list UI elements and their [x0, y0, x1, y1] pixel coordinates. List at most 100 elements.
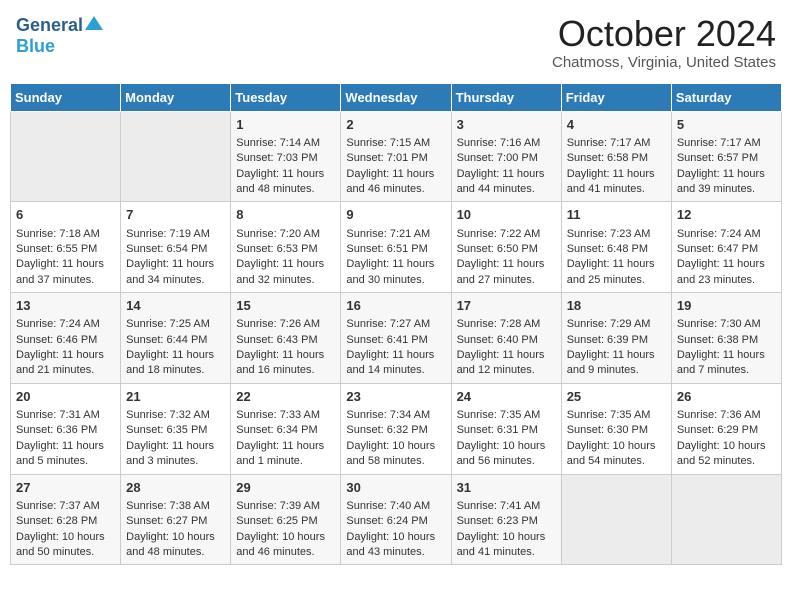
calendar-cell: 9Sunrise: 7:21 AMSunset: 6:51 PMDaylight…: [341, 202, 451, 293]
calendar-cell: 6 Sunrise: 7:18 AM Sunset: 6:55 PM Daylight…: [11, 202, 121, 293]
daylight-text: Daylight: 11 hours and 37 minutes.: [16, 258, 104, 285]
weekday-header: Wednesday: [341, 83, 451, 111]
sunrise-text: Sunrise: 7:18 AM: [16, 228, 100, 240]
sunset-text: Sunset: 6:55 PM: [16, 243, 97, 255]
daylight-text: Daylight: 10 hours and 50 minutes.: [16, 531, 105, 558]
sunrise-text: Sunrise: 7:31 AM: [16, 409, 100, 421]
daylight-text: Daylight: 11 hours and 23 minutes.: [677, 258, 765, 285]
logo-icon: [85, 14, 103, 32]
sunset-text: Sunset: 7:00 PM: [457, 152, 538, 164]
day-number: 11: [567, 206, 666, 224]
calendar-cell: 3Sunrise: 7:16 AMSunset: 7:00 PMDaylight…: [451, 111, 561, 202]
daylight-text: Daylight: 11 hours and 25 minutes.: [567, 258, 655, 285]
daylight-text: Daylight: 11 hours and 34 minutes.: [126, 258, 214, 285]
weekday-header: Sunday: [11, 83, 121, 111]
calendar-cell: 5 Sunrise: 7:17 AM Sunset: 6:57 PM Daylight…: [671, 111, 781, 202]
sunrise-text: Sunrise: 7:17 AM: [567, 137, 651, 149]
daylight-text: Daylight: 11 hours and 39 minutes.: [677, 168, 765, 195]
calendar-week-row: 20Sunrise: 7:31 AMSunset: 6:36 PMDayligh…: [11, 383, 782, 474]
sunset-text: Sunset: 6:32 PM: [346, 424, 427, 436]
sunset-text: Sunset: 6:57 PM: [677, 152, 758, 164]
sunrise-text: Sunrise: 7:35 AM: [457, 409, 541, 421]
day-number: 18: [567, 297, 666, 315]
sunrise-text: Sunrise: 7:24 AM: [16, 318, 100, 330]
daylight-text: Daylight: 10 hours and 46 minutes.: [236, 531, 325, 558]
location-title: Chatmoss, Virginia, United States: [552, 54, 776, 71]
sunset-text: Sunset: 6:29 PM: [677, 424, 758, 436]
daylight-text: Daylight: 11 hours and 5 minutes.: [16, 440, 104, 467]
daylight-text: Daylight: 10 hours and 48 minutes.: [126, 531, 215, 558]
sunset-text: Sunset: 6:27 PM: [126, 515, 207, 527]
calendar-cell: 14Sunrise: 7:25 AMSunset: 6:44 PMDayligh…: [121, 293, 231, 384]
sunrise-text: Sunrise: 7:25 AM: [126, 318, 210, 330]
daylight-text: Daylight: 11 hours and 48 minutes.: [236, 168, 324, 195]
daylight-text: Daylight: 11 hours and 41 minutes.: [567, 168, 655, 195]
calendar-cell: 10Sunrise: 7:22 AMSunset: 6:50 PMDayligh…: [451, 202, 561, 293]
daylight-text: Daylight: 11 hours and 44 minutes.: [457, 168, 545, 195]
calendar-cell: 1Sunrise: 7:14 AMSunset: 7:03 PMDaylight…: [231, 111, 341, 202]
weekday-header: Friday: [561, 83, 671, 111]
calendar-cell: 16Sunrise: 7:27 AMSunset: 6:41 PMDayligh…: [341, 293, 451, 384]
daylight-text: Daylight: 10 hours and 54 minutes.: [567, 440, 656, 467]
sunrise-text: Sunrise: 7:27 AM: [346, 318, 430, 330]
logo-general: General: [16, 16, 83, 36]
daylight-text: Daylight: 11 hours and 21 minutes.: [16, 349, 104, 376]
daylight-text: Daylight: 11 hours and 3 minutes.: [126, 440, 214, 467]
sunrise-text: Sunrise: 7:22 AM: [457, 228, 541, 240]
daylight-text: Daylight: 11 hours and 46 minutes.: [346, 168, 434, 195]
sunrise-text: Sunrise: 7:33 AM: [236, 409, 320, 421]
sunrise-text: Sunrise: 7:17 AM: [677, 137, 761, 149]
sunrise-text: Sunrise: 7:40 AM: [346, 500, 430, 512]
day-number: 5: [677, 116, 776, 134]
sunset-text: Sunset: 6:50 PM: [457, 243, 538, 255]
sunset-text: Sunset: 6:30 PM: [567, 424, 648, 436]
day-number: 21: [126, 388, 225, 406]
day-number: 13: [16, 297, 115, 315]
day-number: 2: [346, 116, 445, 134]
calendar-table: SundayMondayTuesdayWednesdayThursdayFrid…: [10, 83, 782, 566]
sunrise-text: Sunrise: 7:30 AM: [677, 318, 761, 330]
sunset-text: Sunset: 7:01 PM: [346, 152, 427, 164]
calendar-cell: 22Sunrise: 7:33 AMSunset: 6:34 PMDayligh…: [231, 383, 341, 474]
calendar-cell: 12Sunrise: 7:24 AMSunset: 6:47 PMDayligh…: [671, 202, 781, 293]
day-number: 4: [567, 116, 666, 134]
sunset-text: Sunset: 7:03 PM: [236, 152, 317, 164]
sunrise-text: Sunrise: 7:41 AM: [457, 500, 541, 512]
sunrise-text: Sunrise: 7:20 AM: [236, 228, 320, 240]
sunrise-text: Sunrise: 7:36 AM: [677, 409, 761, 421]
sunset-text: Sunset: 6:54 PM: [126, 243, 207, 255]
day-number: 31: [457, 479, 556, 497]
day-number: 28: [126, 479, 225, 497]
daylight-text: Daylight: 11 hours and 14 minutes.: [346, 349, 434, 376]
weekday-header: Monday: [121, 83, 231, 111]
sunrise-text: Sunrise: 7:37 AM: [16, 500, 100, 512]
calendar-week-row: 6 Sunrise: 7:18 AM Sunset: 6:55 PM Daylight…: [11, 202, 782, 293]
day-number: 26: [677, 388, 776, 406]
day-number: 20: [16, 388, 115, 406]
day-number: 12: [677, 206, 776, 224]
logo: General Blue: [16, 14, 103, 57]
title-block: October 2024 Chatmoss, Virginia, United …: [552, 14, 776, 71]
calendar-cell: 8Sunrise: 7:20 AMSunset: 6:53 PMDaylight…: [231, 202, 341, 293]
sunrise-text: Sunrise: 7:23 AM: [567, 228, 651, 240]
calendar-week-row: 13 Sunrise: 7:24 AM Sunset: 6:46 PM Dayligh…: [11, 293, 782, 384]
calendar-cell: 13 Sunrise: 7:24 AM Sunset: 6:46 PM Dayligh…: [11, 293, 121, 384]
sunrise-text: Sunrise: 7:26 AM: [236, 318, 320, 330]
sunrise-text: Sunrise: 7:14 AM: [236, 137, 320, 149]
day-number: 15: [236, 297, 335, 315]
sunrise-text: Sunrise: 7:29 AM: [567, 318, 651, 330]
calendar-cell: 31Sunrise: 7:41 AMSunset: 6:23 PMDayligh…: [451, 474, 561, 565]
sunrise-text: Sunrise: 7:19 AM: [126, 228, 210, 240]
calendar-cell: 20Sunrise: 7:31 AMSunset: 6:36 PMDayligh…: [11, 383, 121, 474]
calendar-cell: 27Sunrise: 7:37 AMSunset: 6:28 PMDayligh…: [11, 474, 121, 565]
day-number: 3: [457, 116, 556, 134]
sunrise-text: Sunrise: 7:35 AM: [567, 409, 651, 421]
day-number: 6: [16, 206, 115, 224]
sunrise-text: Sunrise: 7:21 AM: [346, 228, 430, 240]
sunset-text: Sunset: 6:46 PM: [16, 334, 97, 346]
sunset-text: Sunset: 6:47 PM: [677, 243, 758, 255]
day-number: 24: [457, 388, 556, 406]
calendar-cell: [11, 111, 121, 202]
day-number: 23: [346, 388, 445, 406]
sunrise-text: Sunrise: 7:28 AM: [457, 318, 541, 330]
